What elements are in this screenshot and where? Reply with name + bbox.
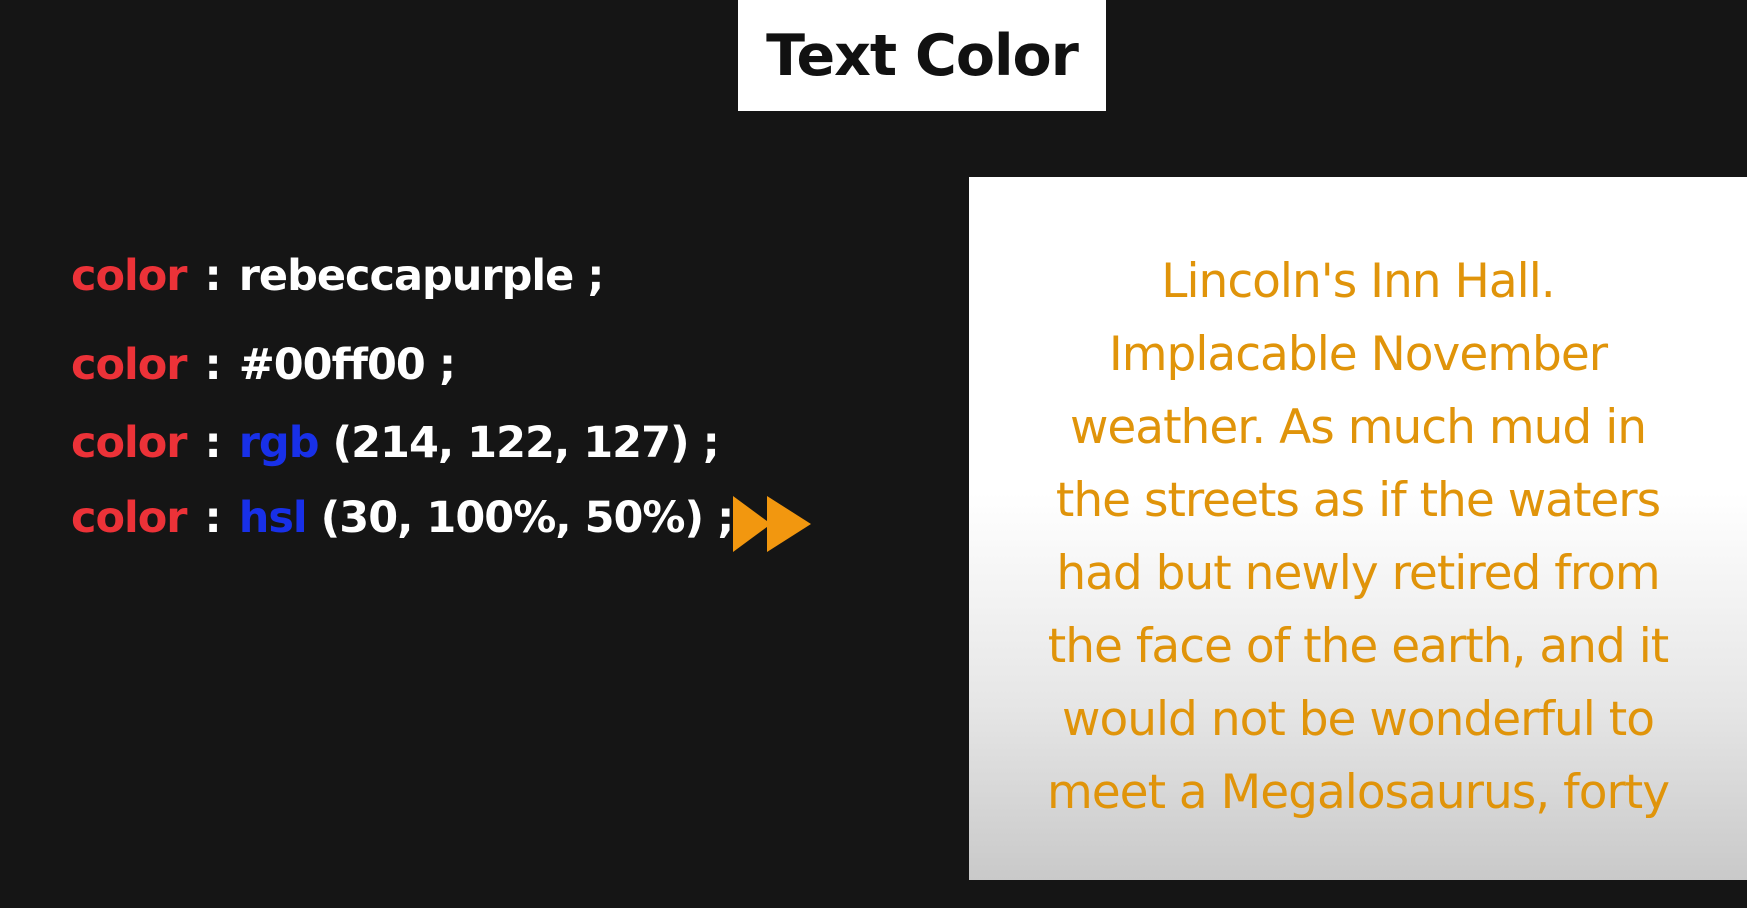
code-semicolon: ; (702, 418, 720, 468)
preview-line: weather. As much mud in (1069, 400, 1647, 455)
code-function: hsl (238, 493, 308, 543)
preview-line: Implacable November (1108, 327, 1608, 382)
preview-line: meet a Megalosaurus, forty (1046, 765, 1670, 820)
preview-line: the face of the earth, and it (1047, 619, 1669, 674)
code-function: rgb (238, 418, 320, 468)
code-property: color (71, 418, 188, 468)
preview-line: Lincoln's Inn Hall. (1161, 254, 1555, 309)
code-line-named-color: color : rebeccapurple ; (71, 251, 604, 301)
code-property: color (71, 340, 188, 390)
code-line-hex-color: color : #00ff00 ; (71, 340, 456, 390)
code-semicolon: ; (717, 493, 734, 543)
preview-line: would not be wonderful to (1062, 692, 1655, 747)
fast-forward-icon (733, 496, 811, 552)
code-semicolon: ; (438, 340, 456, 390)
code-value: #00ff00 (238, 340, 426, 390)
title-box: Text Color (738, 0, 1106, 111)
code-property: color (71, 251, 188, 301)
preview-line: the streets as if the waters (1055, 473, 1661, 528)
code-colon: : (204, 418, 222, 468)
code-semicolon: ; (587, 251, 604, 301)
slide-title: Text Color (766, 22, 1079, 89)
preview-line: had but newly retired from (1056, 546, 1660, 601)
code-line-rgb-color: color : rgb (214, 122, 127) ; (71, 418, 720, 468)
code-property: color (71, 493, 188, 543)
preview-text: Lincoln's Inn Hall. Implacable November we… (969, 245, 1747, 829)
code-colon: : (204, 340, 222, 390)
preview-box: Lincoln's Inn Hall. Implacable November we… (969, 177, 1747, 880)
code-colon: : (204, 251, 222, 301)
code-value: (30, 100%, 50%) (320, 493, 705, 543)
code-value: (214, 122, 127) (332, 418, 689, 468)
code-line-hsl-color: color : hsl (30, 100%, 50%) ; (71, 493, 734, 543)
code-value: rebeccapurple (238, 251, 575, 301)
code-colon: : (204, 493, 222, 543)
